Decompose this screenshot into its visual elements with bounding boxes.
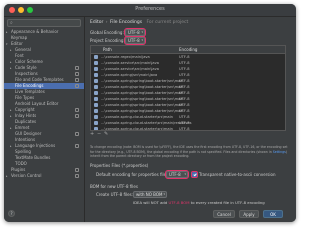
project-encoding-label: Project Encoding: bbox=[90, 38, 125, 43]
encoding-table: Path Encoding ...\console-regex\main\jav… bbox=[90, 45, 286, 131]
add-icon[interactable]: + bbox=[90, 132, 94, 137]
table-header: Path Encoding bbox=[91, 46, 285, 54]
table-row[interactable]: ...\console-spring-cloud-starter\src\mai… bbox=[91, 126, 285, 131]
breadcrumb: Editor › File Encodings For current proj… bbox=[90, 20, 188, 25]
column-header-encoding[interactable]: Encoding bbox=[179, 46, 197, 53]
folder-icon bbox=[94, 79, 98, 83]
settings-link[interactable]: Settings bbox=[273, 150, 286, 154]
help-button[interactable]: ? bbox=[8, 210, 15, 217]
bom-note-accent: UTF-8 BOM bbox=[168, 200, 190, 205]
properties-heading: Properties Files (*.properties) bbox=[90, 163, 149, 168]
folder-icon bbox=[94, 115, 98, 119]
folder-icon bbox=[94, 61, 98, 65]
settings-sidebar: ⌕ ▸ Appearance & Behavior Keymap ▾ Editor ▸ Ge… bbox=[4, 17, 85, 222]
folder-icon bbox=[94, 97, 98, 101]
breadcrumb-file-encodings: File Encodings bbox=[110, 20, 143, 25]
chevron-down-icon: ▾ bbox=[184, 172, 186, 176]
folder-icon bbox=[94, 73, 98, 77]
encoding-description: To change encoding (note: BOM is used fo… bbox=[90, 145, 290, 159]
bom-mode-select[interactable]: with NO BOM ▾ bbox=[133, 191, 167, 198]
project-scope-icon bbox=[75, 72, 79, 76]
transparent-conversion-checkbox[interactable] bbox=[190, 170, 199, 179]
sidebar-item-label: Version Control bbox=[11, 173, 42, 178]
folder-icon bbox=[94, 109, 98, 113]
search-icon: ⌕ bbox=[10, 20, 13, 26]
bom-note-prefix: IDEA will NOT add bbox=[133, 200, 169, 205]
chevron-right-icon[interactable]: ▸ bbox=[6, 173, 8, 179]
window-title: Preferences bbox=[135, 6, 165, 12]
create-utf8-label: Create UTF-8 files: bbox=[96, 192, 134, 197]
bom-heading: BOM for new UTF-8 files bbox=[90, 184, 138, 189]
bom-note-suffix: to every created file in UTF-8 encoding bbox=[189, 200, 265, 205]
breadcrumb-separator: › bbox=[105, 20, 108, 25]
chevron-down-icon: ▾ bbox=[141, 30, 143, 34]
sidebar-item[interactable]: ▸ Version Control bbox=[4, 173, 84, 179]
transparent-conversion-label: Transparent native-to-ascii conversion bbox=[199, 172, 276, 177]
cancel-button[interactable]: Cancel bbox=[213, 210, 235, 218]
folder-icon bbox=[94, 103, 98, 107]
project-scope-icon bbox=[75, 168, 79, 172]
project-scope-icon bbox=[75, 66, 79, 70]
bom-mode-value: with NO BOM bbox=[136, 192, 163, 197]
remove-icon[interactable]: − bbox=[97, 132, 101, 137]
properties-encoding-value: UTF-8 bbox=[169, 172, 181, 177]
global-encoding-value: UTF-8 bbox=[128, 30, 140, 35]
folder-icon bbox=[94, 91, 98, 95]
chevron-down-icon: ▾ bbox=[163, 192, 165, 196]
search-input[interactable] bbox=[17, 20, 77, 26]
breadcrumb-editor[interactable]: Editor bbox=[90, 20, 103, 25]
default-properties-encoding-label: Default encoding for properties files: bbox=[96, 172, 170, 177]
chevron-down-icon: ▾ bbox=[141, 38, 143, 42]
apply-button[interactable]: Apply bbox=[239, 210, 259, 218]
project-scope-note: For current project bbox=[146, 20, 189, 25]
folder-icon bbox=[94, 55, 98, 59]
folder-icon bbox=[94, 121, 98, 125]
folder-icon bbox=[94, 85, 98, 89]
folder-icon bbox=[94, 67, 98, 71]
column-header-path[interactable]: Path bbox=[103, 46, 112, 53]
preferences-window: Preferences ⌕ ▸ Appearance & Behavior Keym… bbox=[4, 4, 296, 222]
path-cell: ...\console-spring-cloud-starter\src\mai… bbox=[101, 127, 173, 131]
project-scope-icon bbox=[75, 114, 79, 118]
encoding-cell[interactable]: UTF-8 bbox=[179, 126, 189, 130]
project-scope-icon bbox=[75, 132, 79, 136]
project-scope-icon bbox=[75, 144, 79, 148]
settings-search[interactable]: ⌕ bbox=[7, 19, 81, 27]
edit-icon[interactable]: ✎ bbox=[104, 132, 108, 137]
table-body: ...\console-regex\main\java UTF-8 ...\cons… bbox=[91, 54, 285, 131]
file-encodings-panel: Editor › File Encodings For current proj… bbox=[85, 17, 296, 222]
global-encoding-select[interactable]: UTF-8 ▾ bbox=[123, 27, 147, 38]
ok-button[interactable]: OK bbox=[263, 210, 283, 218]
description-text: To change encoding (note: BOM is used fo… bbox=[90, 145, 288, 154]
settings-tree: ▸ Appearance & Behavior Keymap ▾ Editor ▸ Gene… bbox=[4, 29, 84, 179]
project-scope-icon bbox=[75, 108, 79, 112]
title-bar: Preferences bbox=[4, 4, 296, 17]
bom-note: IDEA will NOT add UTF-8 BOM to every cre… bbox=[133, 200, 265, 205]
properties-encoding-select[interactable]: UTF-8 ▾ bbox=[164, 169, 190, 180]
project-encoding-select[interactable]: UTF-8 ▾ bbox=[123, 35, 147, 46]
project-encoding-value: UTF-8 bbox=[128, 38, 140, 43]
project-scope-icon bbox=[75, 174, 79, 178]
project-scope-icon bbox=[75, 84, 79, 88]
project-scope-icon bbox=[75, 78, 79, 82]
global-encoding-label: Global Encoding: bbox=[90, 30, 124, 35]
